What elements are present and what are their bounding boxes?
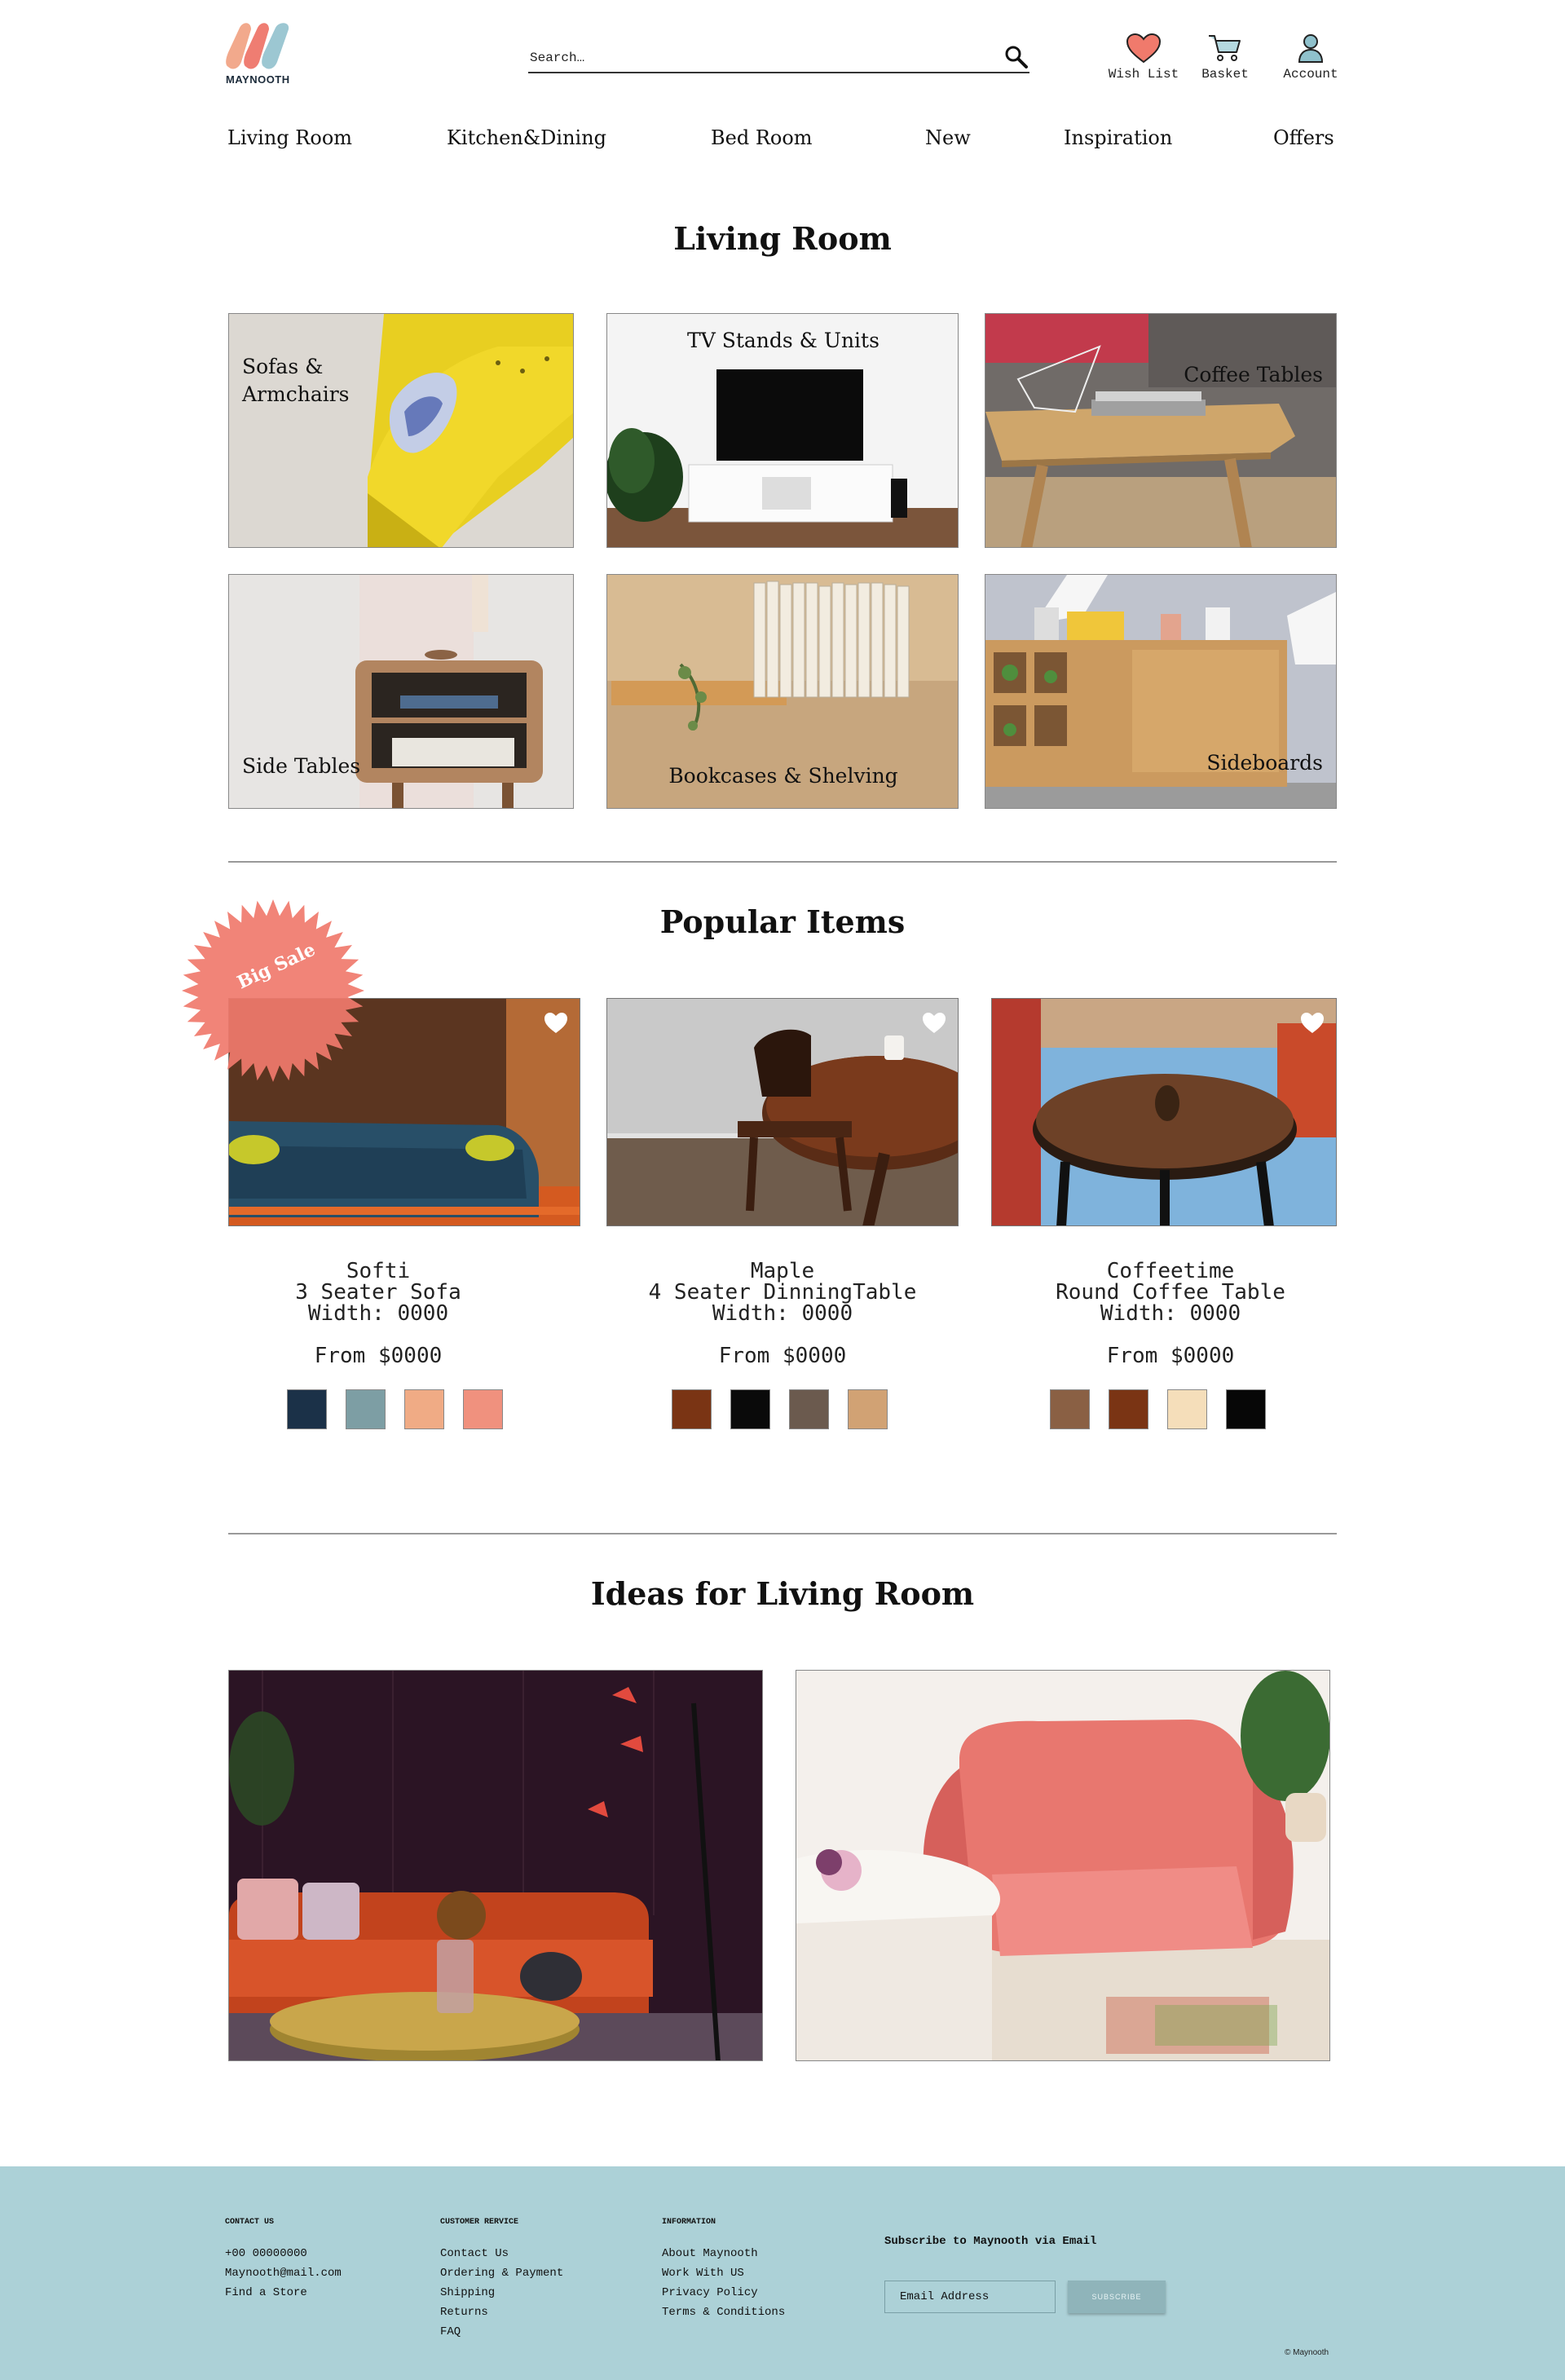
email-field[interactable]	[884, 2281, 1056, 2313]
category-label: Sideboards	[1206, 751, 1323, 775]
product-name: Coffeetime	[1106, 1259, 1235, 1283]
search-input[interactable]	[530, 46, 986, 70]
copyright: © Maynooth	[1285, 2348, 1329, 2357]
category-sofas-armchairs[interactable]: Sofas & Armchairs	[228, 313, 574, 548]
basket-label: Basket	[1201, 67, 1249, 82]
heart-icon[interactable]	[544, 1012, 568, 1035]
footer-link-privacy[interactable]: Privacy Policy	[662, 2283, 758, 2303]
section-title-living-room: Living Room	[673, 220, 892, 257]
basket-button[interactable]: Basket	[1176, 33, 1274, 90]
color-swatch[interactable]	[404, 1389, 444, 1429]
color-swatch[interactable]	[1050, 1389, 1090, 1429]
product-price: From $0000	[314, 1344, 443, 1368]
product-width: Width: 0000	[307, 1301, 449, 1326]
footer-link-shipping[interactable]: Shipping	[440, 2283, 495, 2303]
yellow-armchair-image	[229, 314, 573, 547]
footer-link-terms[interactable]: Terms & Conditions	[662, 2303, 785, 2322]
footer-link-faq[interactable]: FAQ	[440, 2322, 461, 2342]
color-swatch[interactable]	[730, 1389, 770, 1429]
footer-service-heading: CUSTOMER RERVICE	[440, 2218, 519, 2227]
footer-email-link[interactable]: Maynooth@mail.com	[225, 2263, 342, 2283]
category-label: TV Stands & Units	[687, 329, 879, 352]
color-swatch[interactable]	[1167, 1389, 1207, 1429]
heart-icon[interactable]	[1300, 1012, 1325, 1035]
category-sideboards[interactable]: Sideboards	[985, 574, 1337, 809]
category-label: Sofas & Armchairs	[242, 355, 350, 406]
product-image-maple[interactable]	[606, 998, 959, 1226]
category-label: Bookcases & Shelving	[668, 764, 898, 788]
section-divider	[228, 1533, 1337, 1534]
color-swatch[interactable]	[287, 1389, 327, 1429]
subscribe-heading: Subscribe to Maynooth via Email	[884, 2235, 1097, 2248]
nav-living-room[interactable]: Living Room	[227, 126, 352, 149]
color-swatch[interactable]	[789, 1389, 829, 1429]
color-swatch[interactable]	[672, 1389, 712, 1429]
footer-link-about[interactable]: About Maynooth	[662, 2244, 758, 2263]
search-bar[interactable]	[528, 44, 1029, 73]
product-desc: 4 Seater DinningTable	[648, 1280, 917, 1305]
footer-contact-heading: CONTACT US	[225, 2218, 275, 2227]
color-swatch[interactable]	[848, 1389, 888, 1429]
category-tv-stands[interactable]: TV Stands & Units	[606, 313, 959, 548]
section-divider	[228, 861, 1337, 863]
pink-armchair-image	[796, 1671, 1329, 2060]
color-swatch[interactable]	[346, 1389, 386, 1429]
account-button[interactable]: Account	[1262, 33, 1360, 90]
nav-new[interactable]: New	[925, 126, 971, 149]
product-width: Width: 0000	[1100, 1301, 1241, 1326]
category-label: Side Tables	[242, 754, 361, 778]
nav-offers[interactable]: Offers	[1273, 126, 1334, 149]
heart-icon	[1126, 33, 1162, 64]
footer-link-contact-us[interactable]: Contact Us	[440, 2244, 509, 2263]
product-desc: 3 Seater Sofa	[295, 1280, 461, 1305]
brand-name: MAYNOOTH	[226, 73, 290, 86]
category-label: Coffee Tables	[1184, 363, 1323, 386]
footer-link-work-with-us[interactable]: Work With US	[662, 2263, 744, 2283]
heart-icon[interactable]	[922, 1012, 946, 1035]
color-swatch[interactable]	[463, 1389, 503, 1429]
category-coffee-tables[interactable]: Coffee Tables	[985, 313, 1337, 548]
product-desc: Round Coffee Table	[1056, 1280, 1285, 1305]
footer-link-ordering-payment[interactable]: Ordering & Payment	[440, 2263, 563, 2283]
footer-phone: +00 00000000	[225, 2247, 307, 2260]
product-name: Softi	[346, 1259, 411, 1283]
category-bookcases-shelving[interactable]: Bookcases & Shelving	[606, 574, 959, 809]
category-side-tables[interactable]: Side Tables	[228, 574, 574, 809]
living-room-red-sofa-image	[229, 1671, 762, 2060]
footer-info-heading: INFORMATION	[662, 2218, 716, 2227]
cart-icon	[1209, 35, 1241, 61]
subscribe-button[interactable]: SUBSCRIBE	[1068, 2281, 1166, 2313]
color-swatch[interactable]	[1109, 1389, 1148, 1429]
account-label: Account	[1283, 67, 1338, 82]
search-icon[interactable]	[1003, 44, 1029, 70]
coffee-table-image	[985, 314, 1336, 547]
nav-inspiration[interactable]: Inspiration	[1064, 126, 1172, 149]
product-price: From $0000	[1106, 1344, 1235, 1368]
nav-kitchen-dining[interactable]: Kitchen&Dining	[447, 126, 606, 149]
sale-starburst-icon	[182, 899, 364, 1082]
product-name: Maple	[750, 1259, 815, 1283]
section-title-ideas: Ideas for Living Room	[590, 1575, 975, 1612]
product-price: From $0000	[718, 1344, 847, 1368]
user-icon	[1298, 34, 1324, 63]
footer-link-returns[interactable]: Returns	[440, 2303, 488, 2322]
product-image-coffeetime[interactable]	[991, 998, 1337, 1226]
idea-image-red-sofa[interactable]	[228, 1670, 763, 2061]
footer-find-store-link[interactable]: Find a Store	[225, 2283, 307, 2303]
big-sale-badge: Big Sale	[181, 899, 365, 1083]
idea-image-pink-armchair[interactable]	[796, 1670, 1330, 2061]
color-swatch[interactable]	[1226, 1389, 1266, 1429]
product-width: Width: 0000	[712, 1301, 853, 1326]
nav-bed-room[interactable]: Bed Room	[711, 126, 813, 149]
